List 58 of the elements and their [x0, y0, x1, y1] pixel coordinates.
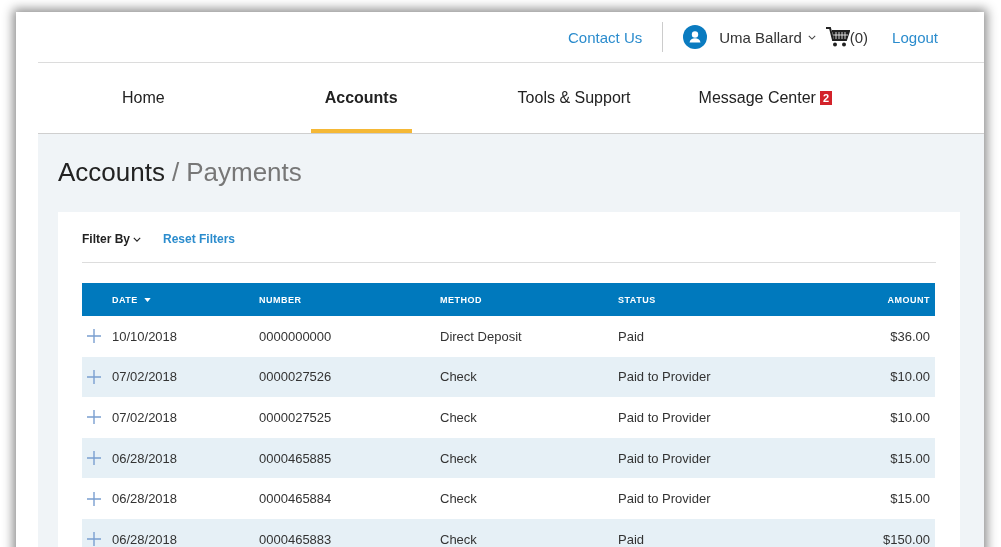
table-cell: $150.00	[883, 531, 930, 547]
table-cell: $10.00	[890, 369, 930, 385]
message-count-badge: 2	[819, 91, 833, 105]
table-cell: 0000000000	[259, 328, 332, 344]
table-cell: Paid to Provider	[618, 450, 711, 466]
table-cell: Check	[440, 450, 477, 466]
table-cell: $10.00	[890, 410, 930, 425]
cart-icon[interactable]	[825, 26, 850, 48]
expand-plus-icon[interactable]	[87, 329, 101, 344]
expand-plus-icon[interactable]	[87, 491, 101, 506]
table-cell: Check	[440, 410, 477, 425]
table-cell: 0000465884	[259, 491, 332, 507]
nav-tab[interactable]: Message Center 2	[684, 63, 847, 133]
expand-plus-icon[interactable]	[87, 369, 101, 384]
nav-tab[interactable]: Home	[108, 63, 179, 133]
column-header[interactable]: STATUS	[618, 294, 656, 305]
contact-us-link[interactable]: Contact Us	[568, 28, 643, 46]
column-header[interactable]: AMOUNT	[887, 294, 930, 305]
table-cell: 06/28/2018	[112, 531, 178, 547]
cart-count: (0)	[849, 28, 869, 46]
page-subtitle: Payments	[186, 157, 302, 187]
table-cell: Direct Deposit	[440, 328, 522, 344]
table-cell: 06/28/2018	[112, 450, 178, 466]
column-header[interactable]: METHOD	[440, 294, 482, 305]
table-cell: Paid	[618, 531, 645, 547]
title-separator: /	[171, 157, 180, 187]
table-cell: 06/28/2018	[112, 491, 178, 507]
table-cell: 10/10/2018	[112, 328, 178, 344]
table-cell: 07/02/2018	[112, 410, 178, 425]
table-cell: Paid to Provider	[618, 491, 711, 507]
table-cell: Check	[440, 531, 477, 547]
table-cell: $36.00	[890, 328, 930, 344]
user-avatar-icon	[683, 25, 708, 49]
column-header[interactable]: NUMBER	[259, 294, 302, 305]
filter-by-dropdown[interactable]: Filter By	[82, 232, 141, 246]
table-cell: $15.00	[890, 491, 930, 507]
table-cell: 0000027526	[259, 369, 332, 385]
table-cell: 0000465883	[259, 531, 332, 547]
expand-plus-icon[interactable]	[87, 532, 101, 547]
table-cell: Check	[440, 369, 477, 385]
chevron-down-icon	[133, 236, 141, 242]
table-cell: $15.00	[890, 450, 930, 466]
expand-plus-icon[interactable]	[87, 451, 101, 466]
expand-plus-icon[interactable]	[87, 410, 101, 425]
table-cell: 07/02/2018	[112, 369, 178, 385]
table-cell: Paid	[618, 328, 645, 344]
reset-filters-link[interactable]: Reset Filters	[163, 232, 236, 246]
table-cell: Check	[440, 491, 477, 507]
table-cell: Paid to Provider	[618, 369, 711, 385]
user-menu[interactable]: Uma Ballard	[719, 28, 802, 46]
logout-link[interactable]: Logout	[892, 28, 938, 46]
page-title: Accounts	[58, 157, 165, 187]
table-cell: 0000465885	[259, 450, 332, 466]
table-cell: 0000027525	[259, 410, 332, 425]
nav-tab[interactable]: Tools & Support	[503, 63, 645, 133]
chevron-down-icon	[807, 34, 816, 40]
column-header[interactable]: DATE	[112, 294, 138, 305]
table-cell: Paid to Provider	[618, 410, 711, 425]
